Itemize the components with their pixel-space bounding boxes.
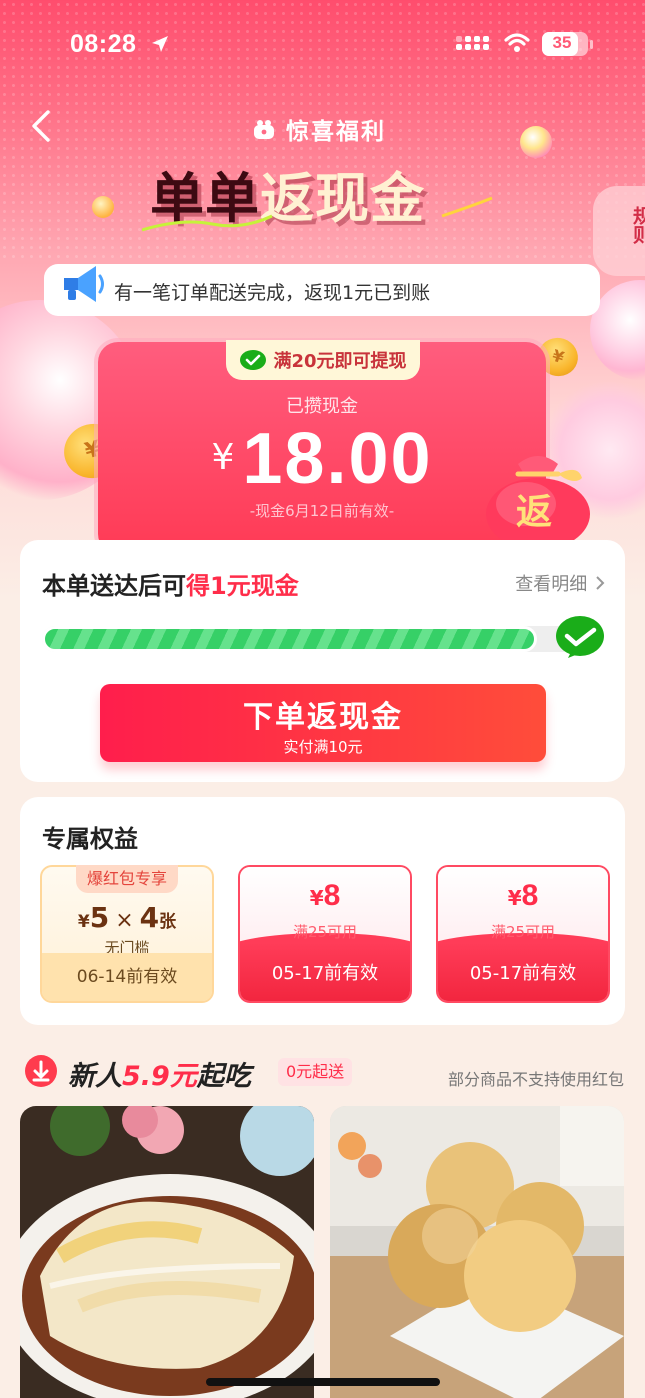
- product-card[interactable]: [20, 1106, 314, 1398]
- cta-label: 下单返现金: [243, 700, 403, 735]
- cashback-highlight: 得1元现金: [186, 572, 299, 600]
- newcomer-promo-title: 新人5.9元起吃: [68, 1061, 251, 1092]
- withdraw-threshold-text: 满20元即可提现: [273, 351, 407, 372]
- rules-tab[interactable]: 规则: [593, 186, 645, 276]
- exclusive-perks-card: 专属权益 爆红包专享 ¥5 × 4张 无门槛 06-14前有效 ¥8 满25可用 0…: [20, 797, 625, 1025]
- battery-icon: 35: [542, 32, 588, 56]
- wechat-check-icon: [556, 616, 604, 658]
- special-coupon-expiry: 06-14前有效: [42, 953, 212, 1001]
- notice-text: 有一笔订单配送完成，返现1元已到账: [114, 282, 431, 304]
- cta-sublabel: 实付满10元: [283, 738, 363, 756]
- decor-bubble: [520, 126, 552, 158]
- newcomer-promo-header: 新人5.9元起吃 0元起送 部分商品不支持使用红包: [24, 1052, 624, 1092]
- brand-label: 惊喜福利: [286, 119, 386, 145]
- rice-noodle-roll-image: [20, 1106, 314, 1398]
- status-time: 08:28: [70, 30, 137, 58]
- gift-bag-icon: [254, 120, 274, 139]
- special-coupon-amount: ¥5 × 4张: [77, 901, 177, 934]
- order-cashback-button[interactable]: 下单返现金 实付满10元: [100, 684, 546, 762]
- view-details-link[interactable]: 查看明细: [515, 570, 605, 596]
- perks-title: 专属权益: [42, 825, 138, 853]
- home-indicator: [206, 1378, 440, 1386]
- product-card[interactable]: [330, 1106, 624, 1398]
- chevron-right-icon: [596, 576, 605, 590]
- free-delivery-chip: 0元起送: [278, 1058, 353, 1086]
- wifi-icon: [504, 33, 530, 52]
- coupon-expiry: 05-17前有效: [438, 943, 608, 1001]
- coupon[interactable]: ¥8 满25可用 05-17前有效: [436, 865, 610, 1003]
- page-title: 单单返现金 单单返现金: [142, 152, 500, 234]
- megaphone-icon: [64, 266, 104, 302]
- svg-text:返: 返: [516, 492, 552, 533]
- progress-fill: [42, 626, 537, 652]
- brand-header: 惊喜福利: [252, 114, 386, 145]
- currency-symbol: ¥: [211, 437, 235, 478]
- title-swoosh-decoration: [142, 196, 493, 232]
- status-bar: 08:28 35: [0, 0, 645, 90]
- fortune-bag-icon: 返: [486, 456, 590, 550]
- coupon[interactable]: ¥8 满25可用 05-17前有效: [238, 865, 412, 1003]
- back-button[interactable]: [24, 106, 60, 146]
- notice-bar: 有一笔订单配送完成，返现1元已到账: [44, 264, 600, 316]
- promo-note: 部分商品不支持使用红包: [447, 1070, 624, 1089]
- order-cashback-card: 本单送达后可得1元现金 查看明细 下单返现金 实付满10元: [20, 540, 625, 782]
- special-coupon[interactable]: 爆红包专享 ¥5 × 4张 无门槛 06-14前有效: [40, 865, 214, 1003]
- order-cashback-title: 本单送达后可得1元现金: [42, 572, 299, 600]
- cash-label: 已攒现金: [286, 396, 358, 417]
- decor-bubble: [92, 196, 114, 218]
- wechat-pay-icon: [240, 350, 267, 370]
- coupon-condition: 满25可用: [292, 923, 358, 941]
- coupon-condition: 满25可用: [490, 923, 556, 941]
- coupon-amount: ¥8: [309, 879, 341, 912]
- progress-bar: [42, 626, 580, 652]
- coupon-expiry: 05-17前有效: [240, 943, 410, 1001]
- download-badge-icon: [25, 1055, 57, 1087]
- battery-percent: 35: [552, 33, 572, 52]
- withdraw-threshold-tag: 满20元即可提现: [226, 340, 420, 380]
- location-arrow-icon: [152, 36, 168, 52]
- special-coupon-badge: 爆红包专享: [76, 865, 178, 893]
- cash-value: 18.00: [242, 419, 433, 499]
- bread-rolls-image: [330, 1106, 624, 1398]
- coupon-amount: ¥8: [507, 879, 539, 912]
